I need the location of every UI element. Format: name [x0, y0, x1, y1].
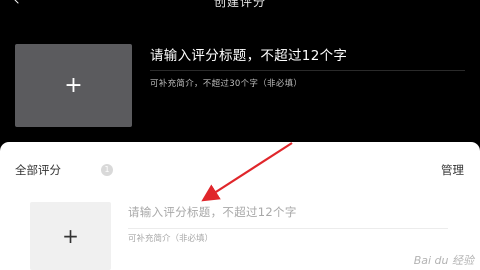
top-bar: 创建评分 [0, 0, 480, 14]
add-cover-button[interactable]: + [15, 44, 132, 127]
manage-button[interactable]: 管理 [441, 162, 464, 178]
item-title-input[interactable]: 请输入评分标题，不超过12个字 [128, 204, 448, 229]
item-add-image-button[interactable]: + [30, 202, 111, 270]
all-ratings-panel: 全部评分 1 管理 + 请输入评分标题，不超过12个字 可补充简介（非必填） [0, 142, 480, 270]
all-ratings-heading: 全部评分 [15, 163, 61, 177]
watermark-logo: Bai du 经验 [413, 254, 474, 267]
plus-icon: + [64, 72, 83, 98]
item-intro-input[interactable]: 可补充简介（非必填） [128, 232, 213, 244]
rating-title-input[interactable]: 请输入评分标题，不超过12个字 [150, 44, 465, 71]
plus-icon: + [62, 224, 79, 248]
page-title: 创建评分 [213, 0, 266, 9]
rating-count-badge: 1 [101, 164, 113, 176]
rating-intro-input[interactable]: 可补充简介，不超过30个字（非必填） [150, 77, 302, 89]
